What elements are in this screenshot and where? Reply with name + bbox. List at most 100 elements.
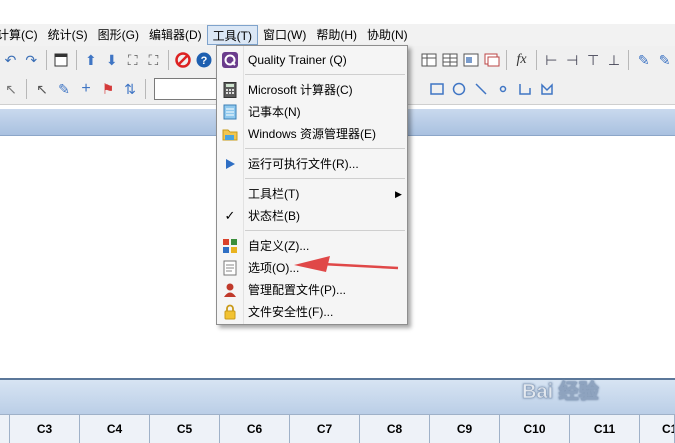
align-center-icon[interactable]: ⊣: [564, 51, 581, 69]
customize-grid-icon: [222, 238, 238, 254]
undo-icon[interactable]: ↶: [2, 51, 19, 69]
column-header-c9[interactable]: C9: [430, 415, 500, 443]
menu-stat[interactable]: 统计(S): [43, 24, 93, 46]
menu-item-statusbar[interactable]: ✓ 状态栏(B): [217, 205, 407, 227]
run-triangle-icon: [222, 156, 238, 172]
toolbar-separator: [26, 79, 27, 99]
quality-trainer-icon: [222, 52, 238, 68]
polyline-tool-icon[interactable]: [516, 80, 534, 98]
toolbar-separator: [45, 50, 47, 70]
toolbar-separator: [506, 50, 508, 70]
menu-item-manage-profiles[interactable]: 管理配置文件(P)...: [217, 279, 407, 301]
menu-item-label: Quality Trainer (Q): [248, 53, 347, 67]
menu-help[interactable]: 帮助(H): [311, 24, 362, 46]
svg-text:?: ?: [201, 55, 208, 67]
redo-icon[interactable]: ↷: [23, 51, 40, 69]
menu-graph[interactable]: 图形(G): [93, 24, 144, 46]
column-header-c6[interactable]: C6: [220, 415, 290, 443]
menu-assist[interactable]: 协助(N): [362, 24, 413, 46]
checkmark-icon: ✓: [224, 208, 236, 223]
menu-separator: [245, 178, 405, 179]
toolbar-separator: [628, 50, 630, 70]
column-header-c5[interactable]: C5: [150, 415, 220, 443]
brush-tool-icon[interactable]: ✎: [55, 80, 73, 98]
toolbar-separator: [145, 79, 146, 99]
menu-item-customize[interactable]: 自定义(Z)...: [217, 235, 407, 257]
menu-item-options[interactable]: 选项(O)...: [217, 257, 407, 279]
window-icon[interactable]: [53, 51, 70, 69]
menu-separator: [245, 74, 405, 75]
column-header-stub: [0, 415, 10, 443]
swap-icon[interactable]: ⇅: [121, 80, 139, 98]
brush-icon[interactable]: ✎: [635, 51, 652, 69]
rectangle-tool-icon[interactable]: [428, 80, 446, 98]
explorer-folder-icon: [222, 126, 238, 142]
toolbar-separator: [75, 50, 77, 70]
menu-item-label: Windows 资源管理器(E): [248, 127, 377, 141]
line-tool-icon[interactable]: [472, 80, 490, 98]
graph-icon[interactable]: [483, 51, 500, 69]
options-document-icon: [222, 260, 238, 276]
help-icon[interactable]: ?: [196, 51, 213, 69]
align-left-icon[interactable]: ⊢: [543, 51, 560, 69]
worksheet-icon[interactable]: [421, 51, 438, 69]
menu-item-label: 管理配置文件(P)...: [248, 283, 346, 297]
lock-icon: [222, 304, 238, 320]
menu-editor[interactable]: 编辑器(D): [144, 24, 207, 46]
menu-item-explorer[interactable]: Windows 资源管理器(E): [217, 123, 407, 145]
column-header-c4[interactable]: C4: [80, 415, 150, 443]
session-icon[interactable]: [462, 51, 479, 69]
menu-item-run-executable[interactable]: 运行可执行文件(R)...: [217, 153, 407, 175]
table-icon[interactable]: [442, 51, 459, 69]
ellipse-tool-icon[interactable]: [450, 80, 468, 98]
pointer-small-icon[interactable]: ↖: [2, 80, 20, 98]
polygon-tool-icon[interactable]: [538, 80, 556, 98]
cancel-icon[interactable]: [175, 51, 192, 69]
menu-item-quality-trainer[interactable]: Quality Trainer (Q): [217, 49, 407, 71]
menu-item-toolbars[interactable]: 工具栏(T) ▶: [217, 183, 407, 205]
column-header-c8[interactable]: C8: [360, 415, 430, 443]
select-arrow-icon[interactable]: ↖: [33, 80, 51, 98]
tools-dropdown-menu: Quality Trainer (Q) Microsoft 计算器(C) 记事本…: [216, 45, 408, 325]
menu-item-label: 工具栏(T): [248, 187, 300, 201]
worksheet-column-header-row: C3 C4 C5 C6 C7 C8 C9 C10 C11 C1: [0, 414, 675, 443]
menu-item-file-security[interactable]: 文件安全性(F)...: [217, 301, 407, 323]
toolbar-separator: [535, 50, 537, 70]
column-header-c7[interactable]: C7: [290, 415, 360, 443]
formula-icon[interactable]: fx: [513, 51, 530, 69]
column-header-c1-partial[interactable]: C1: [640, 415, 675, 443]
binoculars-icon[interactable]: ⛶: [124, 51, 141, 69]
align-top-icon[interactable]: ⊤: [585, 51, 602, 69]
menu-item-label: 自定义(Z)...: [248, 239, 310, 253]
menu-item-label: 记事本(N): [248, 105, 301, 119]
menu-item-label: 文件安全性(F)...: [248, 305, 334, 319]
menu-item-calculator[interactable]: Microsoft 计算器(C): [217, 79, 407, 101]
brush-add-icon[interactable]: ✎: [656, 51, 673, 69]
arrow-up-icon[interactable]: ⬆: [82, 51, 99, 69]
menu-item-label: Microsoft 计算器(C): [248, 83, 353, 97]
profile-person-icon: [222, 282, 238, 298]
submenu-arrow-icon: ▶: [395, 189, 402, 199]
dot-tool-icon[interactable]: [494, 80, 512, 98]
calculator-icon: [222, 82, 238, 98]
toolbar-separator: [167, 50, 169, 70]
menu-item-label: 状态栏(B): [248, 209, 300, 223]
crosshair-icon[interactable]: +: [77, 80, 95, 98]
watermark-text: Bai 经验: [522, 379, 599, 403]
menu-calc[interactable]: 计算(C): [0, 24, 43, 46]
arrow-down-icon[interactable]: ⬇: [103, 51, 120, 69]
flag-icon[interactable]: ⚑: [99, 80, 117, 98]
top-strip: [0, 0, 675, 24]
binoculars-next-icon[interactable]: ⛶: [145, 51, 162, 69]
menu-bar: 计算(C) 统计(S) 图形(G) 编辑器(D) 工具(T) 窗口(W) 帮助(…: [0, 24, 675, 46]
menu-window[interactable]: 窗口(W): [258, 24, 311, 46]
baidu-watermark: Bai 经验: [518, 372, 658, 412]
column-header-c3[interactable]: C3: [10, 415, 80, 443]
align-bottom-icon[interactable]: ⊥: [605, 51, 622, 69]
menu-separator: [245, 230, 405, 231]
menu-item-notepad[interactable]: 记事本(N): [217, 101, 407, 123]
menu-tools[interactable]: 工具(T): [206, 25, 258, 45]
column-header-c10[interactable]: C10: [500, 415, 570, 443]
column-header-c11[interactable]: C11: [570, 415, 640, 443]
menu-item-label: 选项(O)...: [248, 261, 300, 275]
